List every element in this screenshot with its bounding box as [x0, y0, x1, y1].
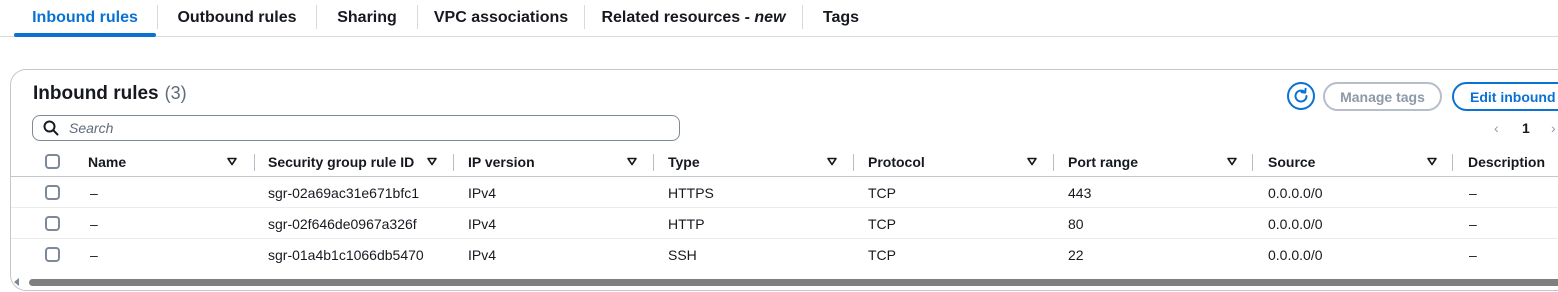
table-row[interactable]: – sgr-02f646de0967a326f IPv4 HTTP TCP 80…: [11, 208, 1558, 239]
column-header-protocol[interactable]: Protocol: [868, 147, 925, 177]
button-label: Edit inbound: [1470, 88, 1556, 105]
sort-caret-icon[interactable]: [1227, 157, 1237, 166]
column-header-description[interactable]: Description: [1468, 147, 1545, 177]
column-header-rule-id[interactable]: Security group rule ID: [268, 147, 414, 177]
edit-inbound-rules-button[interactable]: Edit inbound: [1452, 82, 1558, 111]
column-divider[interactable]: [1053, 154, 1054, 171]
search-input[interactable]: [67, 119, 647, 137]
column-divider[interactable]: [653, 154, 654, 171]
row-checkbox[interactable]: [45, 185, 60, 200]
cell-name: –: [90, 215, 98, 232]
panel-title: Inbound rules (3): [33, 83, 187, 105]
cell-port-range: 22: [1068, 246, 1084, 263]
cell-rule-id: sgr-01a4b1c1066db5470: [268, 246, 424, 263]
search-icon: [43, 120, 59, 136]
table-row[interactable]: – sgr-02a69ac31e671bfc1 IPv4 HTTPS TCP 4…: [11, 177, 1558, 208]
tab-outbound-rules[interactable]: Outbound rules: [158, 0, 316, 36]
cell-port-range: 443: [1068, 184, 1092, 201]
column-header-type[interactable]: Type: [668, 147, 700, 177]
button-label: Manage tags: [1340, 88, 1425, 105]
cell-name: –: [90, 184, 98, 201]
column-header-ip-version[interactable]: IP version: [468, 147, 535, 177]
table-header: Name Security group rule ID IP version T…: [11, 147, 1558, 177]
search-field: [32, 115, 680, 141]
column-divider[interactable]: [853, 154, 854, 171]
cell-rule-id: sgr-02a69ac31e671bfc1: [268, 184, 420, 201]
next-page-button[interactable]: ›: [1551, 120, 1556, 136]
column-header-port-range[interactable]: Port range: [1068, 147, 1138, 177]
tab-label: Sharing: [337, 9, 397, 26]
column-label: Security group rule ID: [268, 154, 415, 170]
horizontal-scrollbar[interactable]: [29, 279, 1558, 286]
tab-new-badge: new: [754, 9, 786, 26]
cell-ip-version: IPv4: [468, 246, 497, 263]
select-all-checkbox[interactable]: [45, 154, 60, 169]
cell-type: SSH: [668, 246, 697, 263]
current-page-number[interactable]: 1: [1522, 120, 1530, 136]
cell-source: 0.0.0.0/0: [1268, 246, 1323, 263]
tab-label: Outbound rules: [177, 9, 297, 26]
tab-related-resources[interactable]: Related resources - new: [585, 0, 802, 36]
sort-caret-icon[interactable]: [227, 157, 237, 166]
tab-label: Related resources -: [601, 9, 755, 26]
column-label: Name: [88, 154, 127, 170]
cell-rule-id: sgr-02f646de0967a326f: [268, 215, 417, 232]
tab-tags[interactable]: Tags: [803, 0, 879, 36]
sort-caret-icon[interactable]: [1027, 157, 1037, 166]
tab-label: VPC associations: [433, 9, 569, 26]
tab-sharing[interactable]: Sharing: [317, 0, 417, 36]
tab-inbound-rules[interactable]: Inbound rules: [14, 0, 156, 37]
column-header-source[interactable]: Source: [1268, 147, 1315, 177]
tab-label: Tags: [822, 9, 860, 26]
sort-caret-icon[interactable]: [1427, 157, 1437, 166]
panel-title-text: Inbound rules: [33, 83, 159, 104]
sort-caret-icon[interactable]: [427, 157, 437, 166]
cell-protocol: TCP: [868, 246, 896, 263]
row-checkbox[interactable]: [45, 216, 60, 231]
row-checkbox[interactable]: [45, 247, 60, 262]
refresh-icon: [1294, 87, 1308, 103]
cell-protocol: TCP: [868, 215, 896, 232]
column-header-name[interactable]: Name: [88, 147, 126, 177]
scroll-left-arrow-icon[interactable]: [14, 278, 19, 286]
cell-port-range: 80: [1068, 215, 1084, 232]
cell-source: 0.0.0.0/0: [1268, 215, 1323, 232]
rule-count: (3): [164, 83, 187, 103]
column-label: IP version: [468, 154, 535, 170]
cell-description: –: [1469, 246, 1477, 263]
cell-type: HTTPS: [668, 184, 714, 201]
cell-protocol: TCP: [868, 184, 896, 201]
sort-caret-icon[interactable]: [627, 157, 637, 166]
manage-tags-button[interactable]: Manage tags: [1323, 82, 1442, 111]
column-divider[interactable]: [453, 154, 454, 171]
cell-ip-version: IPv4: [468, 184, 497, 201]
cell-name: –: [90, 246, 98, 263]
table-row[interactable]: – sgr-01a4b1c1066db5470 IPv4 SSH TCP 22 …: [11, 239, 1558, 270]
cell-ip-version: IPv4: [468, 215, 497, 232]
column-divider[interactable]: [1452, 154, 1453, 171]
cell-type: HTTP: [668, 215, 705, 232]
column-divider[interactable]: [1252, 154, 1253, 171]
previous-page-button[interactable]: ‹: [1494, 120, 1499, 136]
sort-caret-icon[interactable]: [827, 157, 837, 166]
cell-description: –: [1469, 184, 1477, 201]
tab-bar: Inbound rules Outbound rules Sharing VPC…: [0, 0, 1558, 37]
refresh-button[interactable]: [1287, 82, 1315, 110]
column-label: Description: [1468, 154, 1546, 170]
column-divider[interactable]: [254, 154, 255, 171]
column-label: Source: [1268, 154, 1316, 170]
cell-source: 0.0.0.0/0: [1268, 184, 1323, 201]
column-label: Protocol: [868, 154, 925, 170]
tab-vpc-associations[interactable]: VPC associations: [418, 0, 584, 36]
column-label: Type: [668, 154, 700, 170]
column-label: Port range: [1068, 154, 1139, 170]
inbound-rules-panel: Inbound rules (3) Manage tags Edit inbou…: [10, 69, 1558, 291]
tab-label: Inbound rules: [32, 9, 138, 26]
cell-description: –: [1469, 215, 1477, 232]
